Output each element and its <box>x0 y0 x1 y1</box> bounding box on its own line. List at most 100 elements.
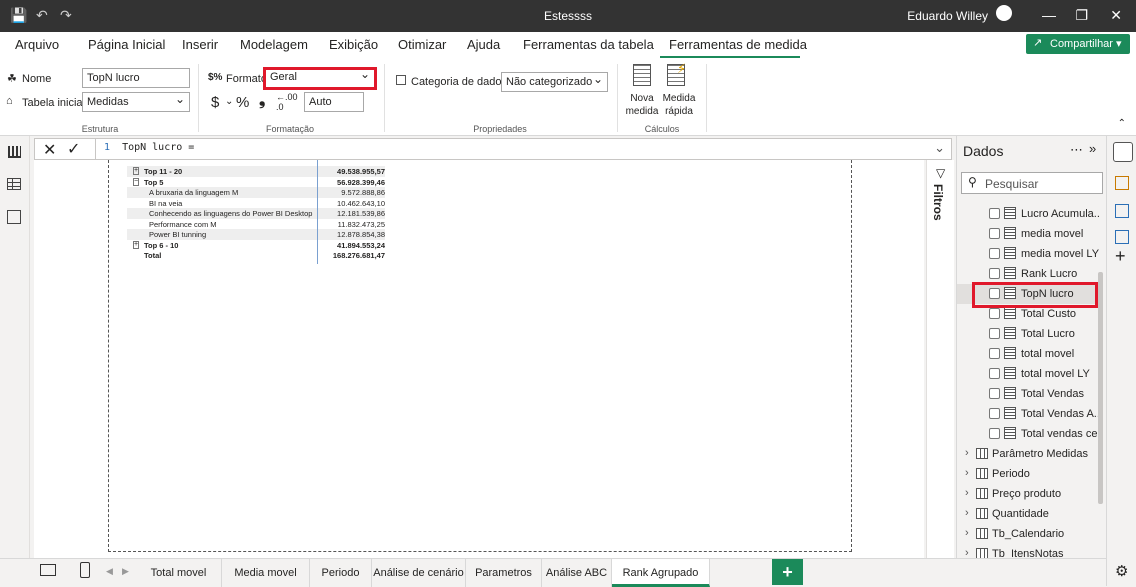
field-checkbox[interactable] <box>989 388 1000 399</box>
quick-measure-button[interactable]: Medida rápida <box>660 92 698 118</box>
field-checkbox[interactable] <box>989 208 1000 219</box>
add-page-button[interactable]: + <box>772 559 803 585</box>
scrollbar[interactable] <box>1098 272 1103 504</box>
table-row[interactable]: A bruxaria da linguagem M 9.572.888,86 <box>127 187 385 198</box>
chevron-right-icon[interactable]: › <box>965 467 969 479</box>
visualizations-icon[interactable] <box>1115 176 1129 190</box>
expand-icon[interactable]: + <box>133 167 140 175</box>
collapse-pane-icon[interactable]: » <box>1089 141 1096 156</box>
table-row[interactable]: Conhecendo as linguagens do Power BI Des… <box>127 208 385 219</box>
table-item[interactable]: › Parâmetro Medidas <box>957 444 1099 464</box>
formula-editor[interactable]: 1 TopN lucro = <box>95 139 921 159</box>
add-pane-icon[interactable]: + <box>1115 246 1126 267</box>
settings-icon[interactable]: ⚙ <box>1115 562 1128 580</box>
field-item[interactable]: total movel <box>957 344 1099 364</box>
chevron-down-icon[interactable]: ⌄ <box>225 96 233 107</box>
field-item[interactable]: Total Vendas <box>957 384 1099 404</box>
filters-pane[interactable]: ▽ Filtros <box>926 160 954 558</box>
home-table-select[interactable]: Medidas <box>82 92 190 112</box>
field-item[interactable]: Lucro Acumula... <box>957 204 1099 224</box>
minimize-icon[interactable]: — <box>1042 7 1056 23</box>
table-item[interactable]: › Tb_Calendario <box>957 524 1099 544</box>
expand-icon[interactable]: + <box>133 240 140 249</box>
page-tab[interactable]: Rank Agrupado <box>612 559 710 587</box>
table-row[interactable]: Power BI tunning 12.878.854,38 <box>127 229 385 240</box>
page-tab[interactable]: Media movel <box>222 559 310 587</box>
field-item[interactable]: media movel <box>957 224 1099 244</box>
avatar[interactable] <box>996 5 1012 21</box>
scroll-left-icon[interactable]: ◀ <box>106 566 113 577</box>
matrix-visual[interactable]: + Top 11 - 20 49.538.955,57 − Top 5 56.928.39… <box>108 160 852 552</box>
field-checkbox[interactable] <box>989 368 1000 379</box>
chevron-right-icon[interactable]: › <box>965 487 969 499</box>
table-row[interactable]: Total 168.276.681,47 <box>127 250 385 261</box>
scroll-right-icon[interactable]: ▶ <box>122 566 129 577</box>
data-pane-icon[interactable] <box>1113 142 1133 162</box>
decimal-places-icon[interactable]: ←.00.0 <box>276 92 298 112</box>
field-item[interactable]: Total Lucro <box>957 324 1099 344</box>
table-row[interactable]: − Top 5 56.928.399,46 <box>127 177 385 188</box>
decimals-input[interactable]: Auto <box>304 92 364 112</box>
page-tab[interactable]: Parametros <box>466 559 542 587</box>
menu-ferramentas-tabela[interactable]: Ferramentas da tabela <box>523 37 654 52</box>
menu-arquivo[interactable]: Arquivo <box>15 37 59 52</box>
close-icon[interactable]: ✕ <box>1110 7 1122 24</box>
table-row[interactable]: BI na veia 10.462.643,10 <box>127 198 385 209</box>
table-item[interactable]: › Preço produto <box>957 484 1099 504</box>
table-item[interactable]: › Periodo <box>957 464 1099 484</box>
search-box[interactable]: ⚲ Pesquisar <box>961 172 1103 194</box>
chevron-right-icon[interactable]: › <box>965 507 969 519</box>
desktop-layout-icon[interactable] <box>40 564 56 576</box>
menu-pagina-inicial[interactable]: Página Inicial <box>88 37 165 52</box>
field-checkbox[interactable] <box>989 408 1000 419</box>
field-item[interactable]: media movel LY <box>957 244 1099 264</box>
field-item[interactable]: Total Vendas A... <box>957 404 1099 424</box>
menu-exibicao[interactable]: Exibição <box>329 37 378 52</box>
menu-ferramentas-medida[interactable]: Ferramentas de medida <box>669 37 807 52</box>
field-checkbox[interactable] <box>989 248 1000 259</box>
menu-modelagem[interactable]: Modelagem <box>240 37 308 52</box>
field-checkbox[interactable] <box>989 228 1000 239</box>
table-row[interactable]: + Top 11 - 20 49.538.955,57 <box>127 166 385 177</box>
name-input[interactable]: TopN lucro <box>82 68 190 88</box>
chevron-right-icon[interactable]: › <box>965 527 969 539</box>
commit-formula-icon[interactable]: ✓ <box>67 139 80 159</box>
new-measure-button[interactable]: Nova medida <box>624 92 660 118</box>
field-item[interactable]: Total vendas ce... <box>957 424 1099 444</box>
table-row[interactable]: Performance com M 11.832.473,25 <box>127 219 385 230</box>
field-checkbox[interactable] <box>989 328 1000 339</box>
table-item[interactable]: › Quantidade <box>957 504 1099 524</box>
report-view-icon[interactable] <box>8 146 21 158</box>
menu-otimizar[interactable]: Otimizar <box>398 37 446 52</box>
menu-ajuda[interactable]: Ajuda <box>467 37 500 52</box>
data-category-select[interactable]: Não categorizado <box>501 72 608 92</box>
quick-measure-icon[interactable]: ⚡ <box>667 61 686 86</box>
collapse-icon[interactable]: − <box>133 177 140 186</box>
page-tab[interactable]: Análise de cenário <box>372 559 466 587</box>
chevron-right-icon[interactable]: › <box>965 447 969 459</box>
page-tab[interactable]: Periodo <box>310 559 372 587</box>
field-checkbox[interactable] <box>989 428 1000 439</box>
share-button[interactable]: ↗ Compartilhar ▾ <box>1026 34 1130 54</box>
format-brush-icon[interactable] <box>1115 204 1129 218</box>
mobile-layout-icon[interactable] <box>80 562 90 578</box>
more-options-icon[interactable]: ⋯ <box>1070 142 1083 158</box>
table-row[interactable]: + Top 6 - 10 41.894.553,24 <box>127 240 385 251</box>
field-checkbox[interactable] <box>989 268 1000 279</box>
cancel-formula-icon[interactable]: ✕ <box>43 140 56 160</box>
menu-inserir[interactable]: Inserir <box>182 37 218 52</box>
field-checkbox[interactable] <box>989 308 1000 319</box>
comma-button[interactable]: ❟ <box>259 92 265 110</box>
currency-button[interactable]: $ <box>211 94 219 111</box>
field-checkbox[interactable] <box>989 348 1000 359</box>
field-item[interactable]: total movel LY <box>957 364 1099 384</box>
properties-icon[interactable] <box>1115 230 1129 244</box>
expand-formula-icon[interactable]: ⌄ <box>934 140 945 156</box>
table-view-icon[interactable] <box>7 178 21 190</box>
field-item[interactable]: Rank Lucro <box>957 264 1099 284</box>
collapse-ribbon-icon[interactable]: ⌃ <box>1118 118 1126 129</box>
percent-button[interactable]: % <box>236 94 249 111</box>
page-tab[interactable]: Análise ABC <box>542 559 612 587</box>
calculator-icon[interactable] <box>633 64 651 86</box>
restore-icon[interactable]: ❐ <box>1075 7 1088 24</box>
